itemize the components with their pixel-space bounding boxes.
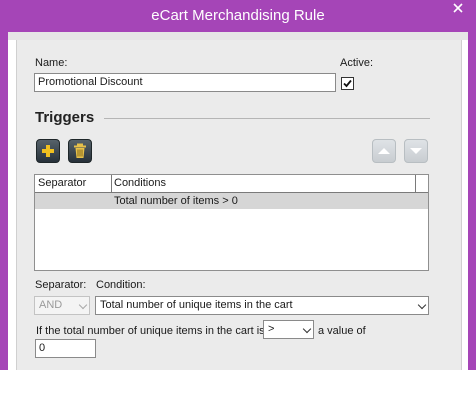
active-checkbox[interactable] bbox=[341, 77, 354, 90]
condition-sentence-suffix: a value of bbox=[318, 325, 366, 337]
condition-label: Condition: bbox=[96, 279, 146, 291]
arrow-up-icon bbox=[378, 148, 390, 154]
arrow-down-icon bbox=[410, 148, 422, 154]
table-row[interactable]: Total number of items > 0 bbox=[35, 193, 428, 209]
close-icon bbox=[453, 3, 463, 13]
column-header-separator[interactable]: Separator bbox=[35, 175, 111, 192]
window-frame-right bbox=[468, 32, 476, 372]
chevron-down-icon bbox=[417, 300, 427, 310]
move-up-button[interactable] bbox=[372, 139, 396, 163]
table-header: Separator Conditions bbox=[35, 175, 428, 193]
window-bottom-area bbox=[0, 370, 476, 399]
active-label: Active: bbox=[340, 57, 374, 69]
row-condition-cell: Total number of items > 0 bbox=[114, 195, 238, 207]
column-divider bbox=[415, 175, 416, 192]
window-frame-left bbox=[0, 32, 8, 372]
value-input[interactable]: 0 bbox=[35, 339, 96, 358]
triggers-heading: Triggers bbox=[35, 109, 95, 126]
move-down-button[interactable] bbox=[404, 139, 428, 163]
separator-label: Separator: bbox=[35, 279, 87, 291]
operator-select[interactable]: > bbox=[263, 320, 314, 339]
triggers-table[interactable]: Separator Conditions Total number of ite… bbox=[34, 174, 429, 271]
triggers-divider bbox=[104, 118, 430, 119]
plus-icon bbox=[42, 145, 54, 157]
row-separator-cell bbox=[35, 193, 111, 209]
operator-value: > bbox=[268, 323, 275, 335]
window-top-band bbox=[8, 32, 468, 40]
separator-select[interactable]: AND bbox=[34, 296, 90, 315]
name-input[interactable]: Promotional Discount bbox=[34, 73, 336, 92]
trash-icon bbox=[74, 143, 86, 158]
condition-sentence-prefix: If the total number of unique items in t… bbox=[36, 325, 265, 337]
add-trigger-button[interactable] bbox=[36, 139, 60, 163]
delete-trigger-button[interactable] bbox=[68, 139, 92, 163]
name-label: Name: bbox=[35, 57, 68, 69]
window-title: eCart Merchandising Rule bbox=[151, 7, 325, 24]
column-header-conditions[interactable]: Conditions bbox=[111, 175, 415, 192]
separator-value: AND bbox=[39, 299, 63, 311]
window-close-button[interactable] bbox=[440, 0, 476, 18]
checkmark-icon bbox=[343, 79, 352, 88]
chevron-down-icon bbox=[302, 324, 312, 334]
condition-value: Total number of unique items in the cart bbox=[100, 299, 293, 311]
chevron-down-icon bbox=[78, 300, 88, 310]
condition-select[interactable]: Total number of unique items in the cart bbox=[95, 296, 429, 315]
